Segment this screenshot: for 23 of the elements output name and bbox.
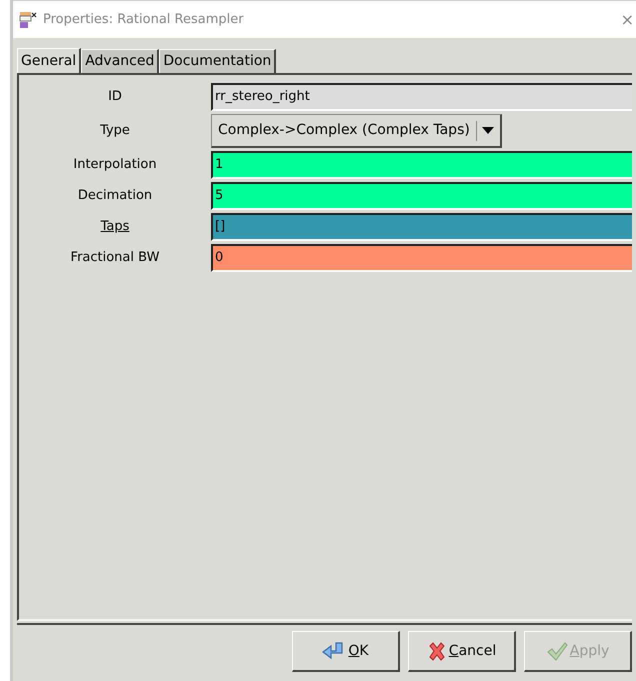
param-label: Interpolation	[72, 156, 158, 174]
tab[interactable]: Documentation	[159, 49, 276, 73]
tab[interactable]: Advanced	[81, 49, 160, 73]
type-dropdown[interactable]: Complex->Complex (Complex Taps)	[211, 114, 502, 148]
param-field[interactable]: 1	[211, 151, 632, 179]
param-label: Taps	[100, 218, 130, 236]
window-title: Properties: Rational Resampler	[43, 10, 245, 29]
close-button[interactable]: ×	[620, 12, 634, 28]
param-field[interactable]: 5	[211, 182, 632, 210]
tab[interactable]: General	[17, 48, 82, 73]
app-icon	[19, 10, 37, 28]
param-label: ID	[107, 88, 123, 106]
param-label: Decimation	[76, 187, 154, 206]
param-field[interactable]: []	[211, 213, 632, 241]
dialog-button[interactable]: OK	[292, 631, 400, 672]
cross-icon	[426, 641, 447, 661]
dropdown-caret-icon	[482, 127, 494, 134]
param-field[interactable]: rr_stereo_right	[211, 83, 632, 111]
param-field[interactable]: 0	[211, 244, 632, 272]
checkmark-icon	[546, 641, 568, 661]
param-label: Type	[99, 122, 131, 140]
param-label: Fractional BW	[70, 249, 160, 268]
dialog-button[interactable]: Cancel	[408, 631, 516, 672]
